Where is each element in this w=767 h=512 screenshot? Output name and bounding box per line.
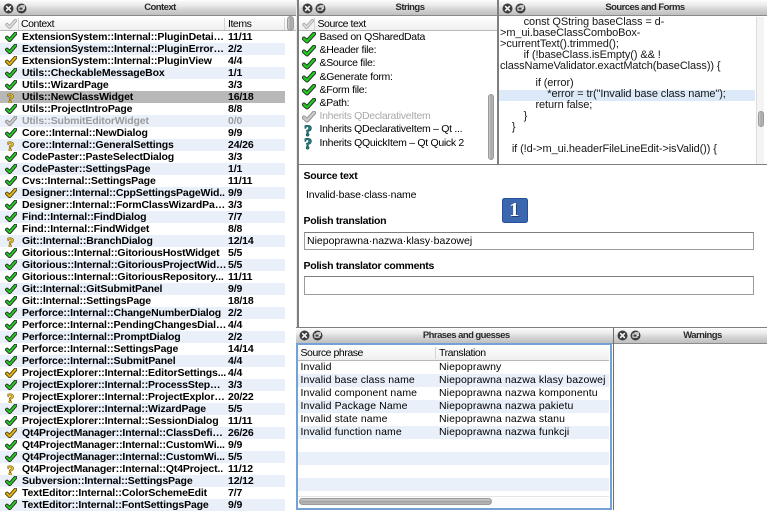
svg-text:?: ? [304,137,312,151]
svg-text:1: 1 [509,199,519,221]
